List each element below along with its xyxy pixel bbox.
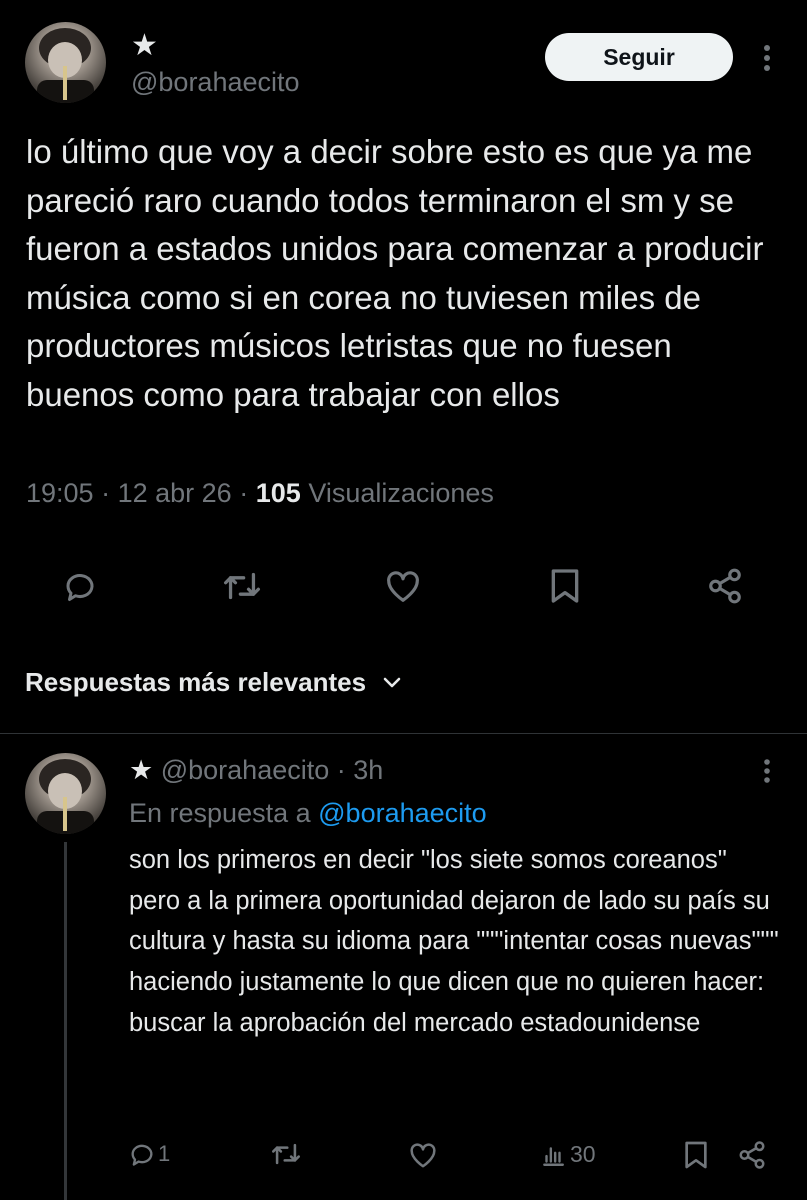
in-reply-to: En respuesta a @borahaecito	[129, 796, 487, 830]
avatar-photo	[37, 759, 94, 834]
section-divider	[0, 733, 807, 734]
reply-views-count: 30	[570, 1141, 596, 1167]
more-icon[interactable]	[755, 754, 779, 788]
tweet-text: lo último que voy a decir sobre esto es …	[26, 133, 764, 413]
reply-avatar[interactable]	[25, 753, 106, 834]
reply-header: ★ @borahaecito · 3h	[129, 753, 383, 787]
in-reply-prefix: En respuesta a	[129, 798, 311, 828]
tweet-meta: 19:05 · 12 abr 26 · 105 Visualizaciones	[26, 476, 494, 510]
replies-filter[interactable]: Respuestas más relevantes	[25, 667, 404, 698]
like-icon[interactable]	[408, 1141, 438, 1169]
bookmark-icon[interactable]	[541, 562, 589, 610]
meta-separator: ·	[336, 755, 346, 785]
views-icon	[540, 1142, 566, 1168]
meta-separator: ·	[239, 478, 249, 508]
share-icon[interactable]	[701, 562, 749, 610]
tweet-time[interactable]: 19:05	[26, 478, 94, 508]
author-handle[interactable]: @borahaecito	[131, 66, 300, 98]
retweet-icon[interactable]	[270, 1140, 302, 1168]
reply-count: 1	[158, 1141, 171, 1166]
replies-filter-label: Respuestas más relevantes	[25, 667, 367, 697]
reply-author-name[interactable]: ★	[129, 755, 153, 785]
views-label[interactable]: Visualizaciones	[308, 478, 494, 508]
reply-time[interactable]: 3h	[353, 755, 383, 785]
reply-action-reply[interactable]: 1	[128, 1140, 170, 1168]
in-reply-handle-link[interactable]: @borahaecito	[318, 798, 487, 828]
reply-author-handle[interactable]: @borahaecito	[161, 755, 330, 785]
reply-icon[interactable]	[56, 562, 104, 610]
retweet-icon[interactable]	[218, 562, 266, 610]
share-icon[interactable]	[737, 1140, 767, 1170]
reply-icon	[128, 1140, 156, 1168]
author-name[interactable]: ★	[131, 30, 158, 62]
meta-separator: ·	[101, 478, 111, 508]
reply-text: son los primeros en decir "los siete som…	[129, 846, 779, 1037]
bookmark-icon[interactable]	[684, 1140, 708, 1170]
thread-line	[64, 842, 67, 1200]
follow-button[interactable]: Seguir	[545, 33, 733, 81]
views-count: 105	[255, 478, 301, 508]
author-avatar[interactable]	[25, 22, 106, 103]
reply-action-views[interactable]: 30	[540, 1141, 596, 1168]
avatar-photo	[37, 28, 94, 103]
more-icon[interactable]	[755, 40, 779, 76]
chevron-down-icon	[380, 675, 404, 691]
like-icon[interactable]	[379, 562, 427, 610]
tweet-date[interactable]: 12 abr 26	[118, 478, 232, 508]
